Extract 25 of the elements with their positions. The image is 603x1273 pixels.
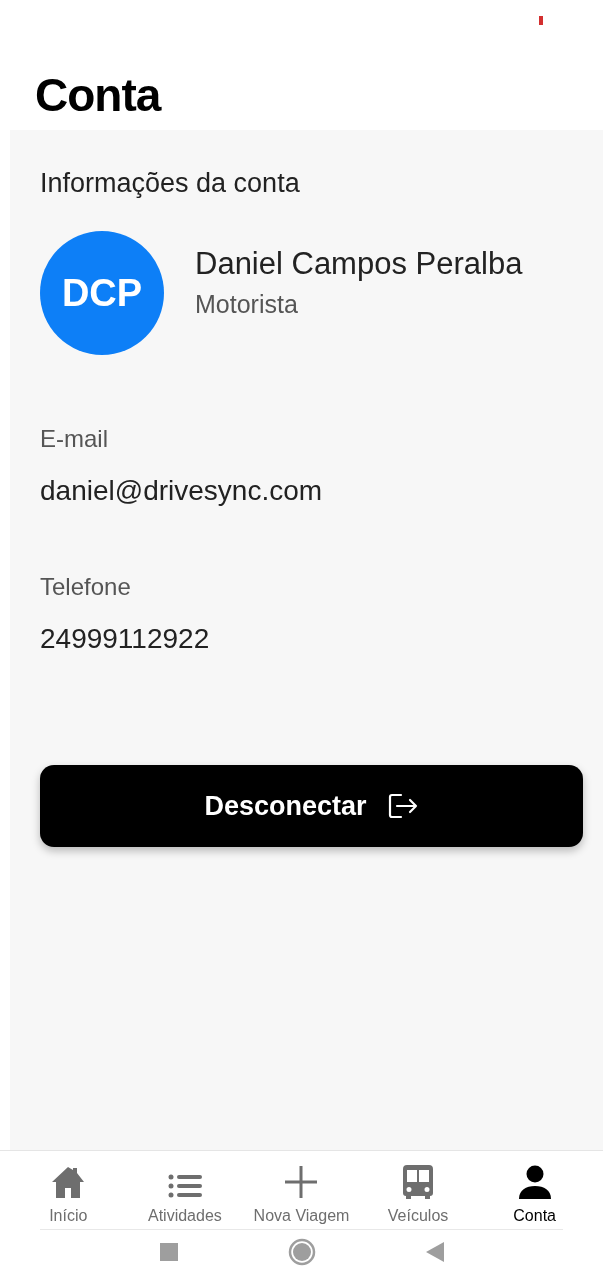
nav-tab[interactable]: Início bbox=[13, 1151, 124, 1229]
user-name: Daniel Campos Peralba bbox=[195, 245, 523, 282]
section-title: Informações da conta bbox=[40, 168, 301, 199]
back-icon[interactable] bbox=[425, 1241, 444, 1262]
nav-tab[interactable]: Nova Viagem bbox=[246, 1151, 357, 1229]
nav-tab[interactable]: Conta bbox=[479, 1151, 590, 1229]
battery-icon bbox=[539, 16, 543, 25]
field-value: 24999112922 bbox=[40, 623, 211, 655]
field-label: E-mail bbox=[40, 425, 109, 453]
home-button-icon[interactable] bbox=[287, 1237, 316, 1266]
page-title: Conta bbox=[35, 68, 161, 122]
plus-icon bbox=[284, 1165, 319, 1199]
avatar: DCP bbox=[40, 231, 164, 355]
nav-tab[interactable]: Veículos bbox=[363, 1151, 474, 1229]
bus-icon bbox=[403, 1165, 434, 1199]
logout-icon bbox=[386, 792, 419, 820]
field-label: Telefone bbox=[40, 573, 132, 601]
home-icon bbox=[50, 1165, 87, 1199]
field-value: daniel@drivesync.com bbox=[40, 475, 324, 507]
recents-icon[interactable] bbox=[159, 1242, 178, 1261]
logout-button[interactable]: Desconectar bbox=[40, 765, 583, 847]
list-icon bbox=[167, 1173, 202, 1199]
nav-tab[interactable]: Atividades bbox=[129, 1151, 240, 1229]
user-role: Motorista bbox=[195, 289, 299, 319]
person-icon bbox=[517, 1165, 552, 1199]
